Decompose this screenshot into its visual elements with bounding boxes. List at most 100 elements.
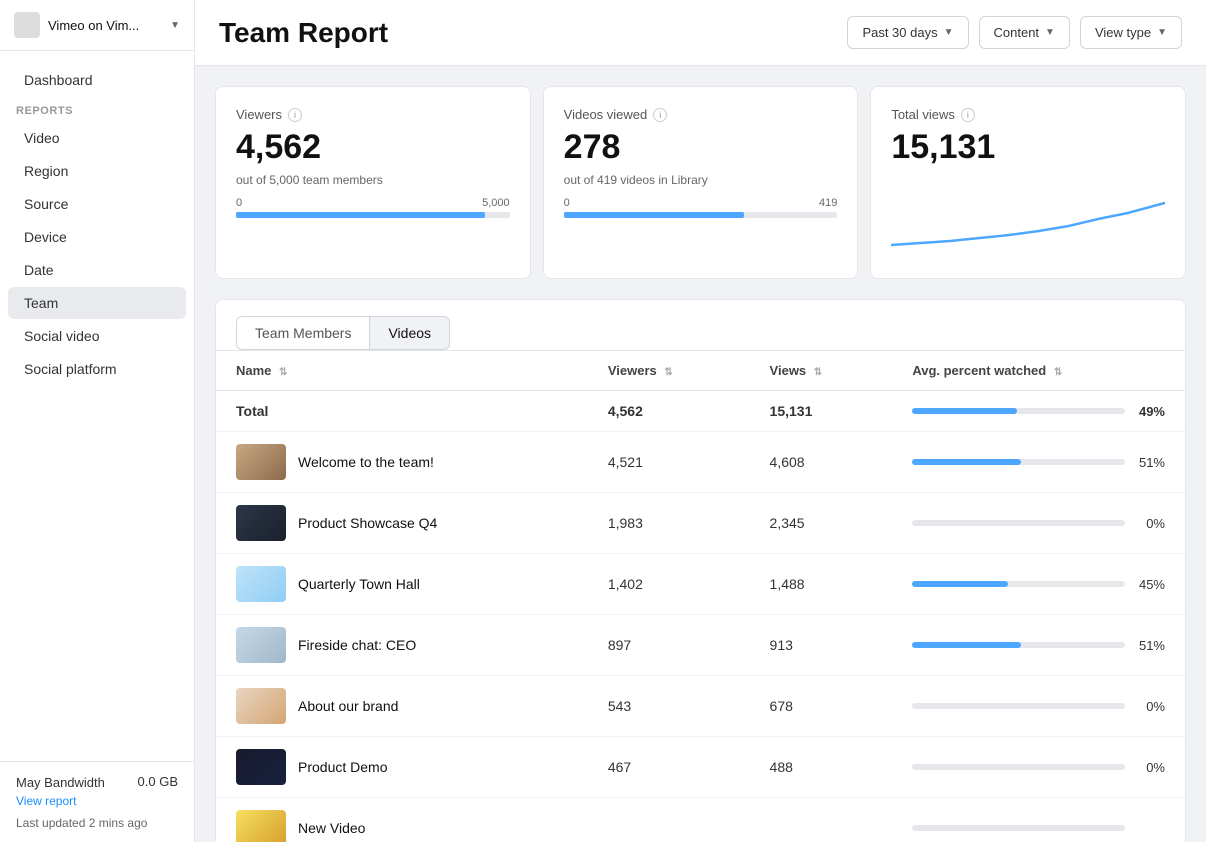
- total-avg-pct: 49%: [892, 391, 1185, 432]
- sidebar-item-social-platform[interactable]: Social platform: [8, 353, 186, 385]
- table-row: Fireside chat: CEO 897 913 51%: [216, 615, 1185, 676]
- sidebar-item-region[interactable]: Region: [8, 155, 186, 187]
- video-name-cell: About our brand: [216, 676, 588, 737]
- videos-viewed-card: Videos viewed i 278 out of 419 videos in…: [543, 86, 859, 279]
- videos-table: Name ⇅ Viewers ⇅ Views ⇅: [216, 351, 1185, 842]
- sidebar-item-team[interactable]: Team: [8, 287, 186, 319]
- video-viewers: 1,402: [588, 554, 750, 615]
- video-thumbnail: [236, 810, 286, 842]
- video-name-cell: Product Showcase Q4: [216, 493, 588, 554]
- video-avg-pct: 0%: [892, 676, 1185, 737]
- info-icon: i: [288, 108, 302, 122]
- chevron-down-icon: ▼: [944, 27, 954, 38]
- time-filter-label: Past 30 days: [862, 25, 937, 40]
- total-viewers: 4,562: [588, 391, 750, 432]
- sidebar-item-source[interactable]: Source: [8, 188, 186, 220]
- video-name: Fireside chat: CEO: [298, 637, 416, 653]
- video-views: [750, 798, 893, 842]
- video-views: 488: [750, 737, 893, 798]
- tab-team-members[interactable]: Team Members: [236, 316, 370, 350]
- page-header: Team Report Past 30 days ▼ Content ▼ Vie…: [195, 0, 1206, 66]
- bandwidth-label: May Bandwidth: [16, 775, 105, 790]
- video-name-cell: Product Demo: [216, 737, 588, 798]
- progress-track: [912, 459, 1125, 465]
- video-name: Product Demo: [298, 759, 387, 775]
- video-thumbnail: [236, 627, 286, 663]
- video-name-cell: New Video: [216, 798, 588, 842]
- video-viewers: 543: [588, 676, 750, 737]
- progress-pct: 0%: [1135, 760, 1165, 775]
- video-name: New Video: [298, 820, 365, 836]
- progress-track: [912, 581, 1125, 587]
- reports-section-label: REPORTS: [0, 97, 194, 121]
- sidebar-item-social-video[interactable]: Social video: [8, 320, 186, 352]
- sidebar-item-date[interactable]: Date: [8, 254, 186, 286]
- sidebar-item-video[interactable]: Video: [8, 122, 186, 154]
- video-views: 1,488: [750, 554, 893, 615]
- page-title: Team Report: [219, 17, 388, 49]
- workspace-selector[interactable]: Vimeo on Vim... ▼: [0, 0, 194, 51]
- sidebar-item-device[interactable]: Device: [8, 221, 186, 253]
- progress-track: [912, 703, 1125, 709]
- sort-icon: ⇅: [814, 367, 822, 378]
- video-name: Product Showcase Q4: [298, 515, 437, 531]
- tab-videos[interactable]: Videos: [370, 316, 450, 350]
- content-filter-label: Content: [994, 25, 1040, 40]
- videos-viewed-sub: out of 419 videos in Library: [564, 173, 838, 187]
- video-views: 4,608: [750, 432, 893, 493]
- viewers-bar-max: 5,000: [482, 197, 510, 209]
- total-views-card: Total views i 15,131: [870, 86, 1186, 279]
- progress-pct: 51%: [1135, 638, 1165, 653]
- view-type-button[interactable]: View type ▼: [1080, 16, 1182, 49]
- total-views-label: Total views i: [891, 107, 1165, 122]
- video-avg-pct: 0%: [892, 737, 1185, 798]
- viewers-bar: 0 5,000: [236, 197, 510, 218]
- workspace-name: Vimeo on Vim...: [48, 18, 162, 33]
- total-name: Total: [216, 391, 588, 432]
- video-views: 2,345: [750, 493, 893, 554]
- video-avg-pct: 0%: [892, 493, 1185, 554]
- progress-fill: [912, 459, 1020, 465]
- viewers-bar-fill: [236, 212, 485, 218]
- video-avg-pct: 51%: [892, 432, 1185, 493]
- table-row: Product Showcase Q4 1,983 2,345 0%: [216, 493, 1185, 554]
- video-thumbnail: [236, 749, 286, 785]
- bandwidth-value: 0.0 GB: [138, 774, 178, 789]
- table-header-row: Name ⇅ Viewers ⇅ Views ⇅: [216, 351, 1185, 391]
- viewers-value: 4,562: [236, 128, 510, 167]
- video-name: About our brand: [298, 698, 398, 714]
- total-views: 15,131: [750, 391, 893, 432]
- videos-bar-track: [564, 212, 838, 218]
- videos-bar-min: 0: [564, 197, 570, 209]
- progress-track: [912, 764, 1125, 770]
- col-avg-percent: Avg. percent watched ⇅: [892, 351, 1185, 391]
- header-actions: Past 30 days ▼ Content ▼ View type ▼: [847, 16, 1182, 49]
- progress-track: [912, 825, 1125, 831]
- sidebar-nav: Dashboard REPORTS Video Region Source De…: [0, 51, 194, 761]
- view-type-label: View type: [1095, 25, 1151, 40]
- content-filter-button[interactable]: Content ▼: [979, 16, 1070, 49]
- sidebar: Vimeo on Vim... ▼ Dashboard REPORTS Vide…: [0, 0, 195, 842]
- sidebar-footer: May Bandwidth 0.0 GB View report Last up…: [0, 761, 194, 842]
- time-filter-button[interactable]: Past 30 days ▼: [847, 16, 968, 49]
- viewers-sub: out of 5,000 team members: [236, 173, 510, 187]
- table-row: Quarterly Town Hall 1,402 1,488 45%: [216, 554, 1185, 615]
- tabs-row: Team Members Videos: [216, 300, 1185, 351]
- progress-pct: 51%: [1135, 455, 1165, 470]
- video-name-cell: Welcome to the team!: [216, 432, 588, 493]
- view-report-link[interactable]: View report: [16, 794, 178, 808]
- chevron-down-icon: ▼: [1045, 27, 1055, 38]
- sidebar-item-dashboard[interactable]: Dashboard: [8, 64, 186, 96]
- workspace-logo: [14, 12, 40, 38]
- video-viewers: 4,521: [588, 432, 750, 493]
- video-name: Quarterly Town Hall: [298, 576, 420, 592]
- videos-viewed-value: 278: [564, 128, 838, 167]
- table-row: Welcome to the team! 4,521 4,608 51%: [216, 432, 1185, 493]
- video-views: 678: [750, 676, 893, 737]
- sort-icon: ⇅: [1054, 367, 1062, 378]
- progress-pct: 0%: [1135, 699, 1165, 714]
- table-row: Product Demo 467 488 0%: [216, 737, 1185, 798]
- video-avg-pct: [892, 798, 1185, 842]
- progress-track: [912, 642, 1125, 648]
- viewers-bar-track: [236, 212, 510, 218]
